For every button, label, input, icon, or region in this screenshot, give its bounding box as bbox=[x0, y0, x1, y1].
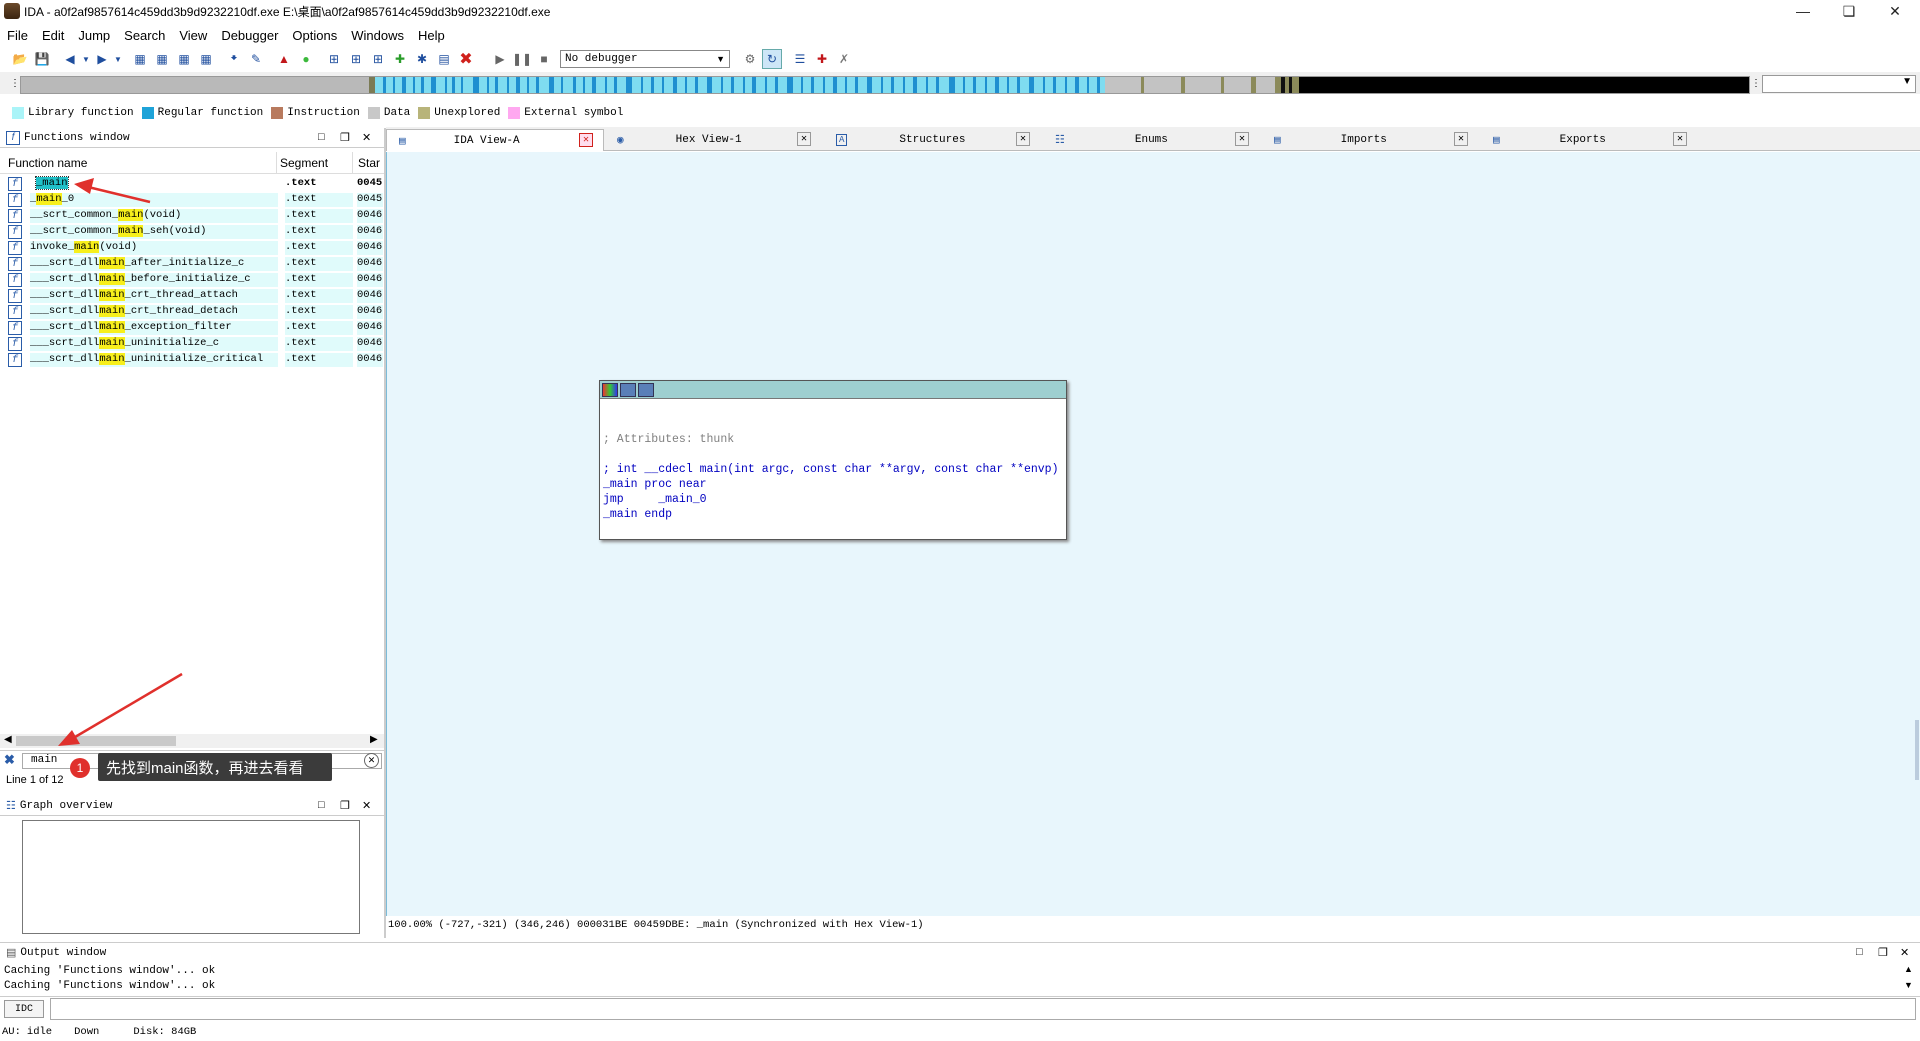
panel-close-icon[interactable]: ✕ bbox=[362, 799, 371, 812]
menu-help[interactable]: Help bbox=[411, 28, 452, 43]
delete-breakpoint-icon[interactable]: ✗ bbox=[834, 49, 854, 69]
node-color-icon[interactable] bbox=[602, 382, 618, 397]
status-disk: Disk: 84GB bbox=[133, 1025, 197, 1038]
panel-close-icon[interactable]: ✕ bbox=[1900, 946, 1909, 959]
annotation-arrows bbox=[58, 178, 183, 746]
legend-external-symbol: External symbol bbox=[508, 107, 623, 119]
stop-icon[interactable]: ■ bbox=[534, 49, 554, 69]
status-direction: Down bbox=[74, 1025, 100, 1038]
close-tab-icon[interactable]: ✕ bbox=[1016, 132, 1030, 146]
arrow-to-filter bbox=[58, 672, 183, 746]
close-tab-icon[interactable]: ✕ bbox=[797, 132, 811, 146]
code-block-node[interactable]: ; Attributes: thunk ; int __cdecl main(i… bbox=[599, 380, 1067, 540]
status-au-state: idle bbox=[26, 1025, 53, 1038]
tab-exports[interactable]: ▤ Exports ✕ bbox=[1481, 129, 1699, 151]
output-window-header: ▤ Output window □ ❐ ✕ bbox=[0, 942, 1920, 962]
breakpoint-list-icon[interactable]: ☰ bbox=[790, 49, 810, 69]
tab-ida-view-a[interactable]: ▤ IDA View-A ✕ bbox=[386, 129, 604, 151]
chevron-down-icon: ▼ bbox=[1902, 76, 1912, 87]
graph-overview-header: ☷ Graph overview □ ❐ ✕ bbox=[0, 796, 384, 816]
nav-dropdown[interactable]: ▼ bbox=[1762, 75, 1916, 93]
legend-swatch bbox=[418, 107, 431, 119]
panel-float-icon[interactable]: ❐ bbox=[340, 799, 350, 812]
plus-dropdown-icon[interactable]: ✚ bbox=[390, 49, 410, 69]
tab-enums[interactable]: ☷ Enums ✕ bbox=[1043, 129, 1261, 151]
hex-view-icon: ◉ bbox=[617, 135, 624, 147]
annotation-tooltip: 先找到main函数，再进去看看 bbox=[98, 753, 332, 781]
view-status-line: 100.00% (-727,-321) (346,246) 000031BE 0… bbox=[386, 916, 1920, 934]
code-proc[interactable]: _main proc near bbox=[603, 478, 707, 491]
output-icon: ▤ bbox=[6, 947, 17, 959]
close-tab-icon[interactable]: ✕ bbox=[1673, 132, 1687, 146]
code-jmp[interactable]: jmp _main_0 bbox=[603, 493, 707, 506]
output-line: Caching 'Functions window'... ok bbox=[4, 980, 216, 992]
view-tabs: ▤ IDA View-A ✕ ◉ Hex View-1 ✕ A Structur… bbox=[386, 127, 1920, 151]
close-tab-icon[interactable]: ✕ bbox=[1454, 132, 1468, 146]
ida-view-icon: ▤ bbox=[399, 135, 406, 148]
status-bar: AU: idle Down Disk: 84GB bbox=[0, 1022, 1920, 1041]
code-comment: ; Attributes: thunk bbox=[603, 433, 735, 446]
close-window-button[interactable]: ✕ bbox=[1872, 0, 1918, 22]
output-window-title: Output window bbox=[20, 946, 107, 959]
node-header bbox=[600, 381, 1066, 399]
restore-button[interactable]: ❏ bbox=[1826, 0, 1872, 22]
enums-icon: ☷ bbox=[1055, 135, 1065, 147]
status-au-label: AU: bbox=[2, 1025, 21, 1038]
add-breakpoint-icon[interactable]: ✚ bbox=[812, 49, 832, 69]
node-edit-icon[interactable] bbox=[620, 382, 636, 397]
annotation-number: 1 bbox=[70, 758, 90, 778]
struct-icon[interactable]: ✱ bbox=[412, 49, 432, 69]
close-tab-icon[interactable]: ✕ bbox=[1235, 132, 1249, 146]
code-endp[interactable]: _main endp bbox=[603, 508, 672, 521]
pause-icon[interactable]: ❚❚ bbox=[512, 49, 532, 69]
chevron-down-icon: ▼ bbox=[716, 54, 725, 64]
nav-right-arrow[interactable]: ⋮ bbox=[1751, 78, 1761, 89]
command-input[interactable] bbox=[50, 998, 1916, 1020]
play-icon[interactable]: ▶ bbox=[490, 49, 510, 69]
output-scroll-down-icon[interactable]: ▼ bbox=[1904, 980, 1913, 990]
legend-swatch bbox=[508, 107, 521, 119]
panel-maximize-icon[interactable]: □ bbox=[318, 799, 325, 811]
output-line: Caching 'Functions window'... ok bbox=[4, 965, 216, 977]
output-log: Caching 'Functions window'... ok Caching… bbox=[4, 964, 215, 994]
imports-icon: ▤ bbox=[1274, 135, 1281, 147]
code-signature: ; int __cdecl main(int argc, const char … bbox=[603, 463, 1059, 476]
graph-overview-title: Graph overview bbox=[19, 799, 113, 812]
chart-icon[interactable]: ▤ bbox=[434, 49, 454, 69]
exports-icon: ▤ bbox=[1493, 135, 1500, 147]
close-tab-icon[interactable]: ✕ bbox=[579, 133, 593, 147]
debugger-select[interactable]: No debugger ▼ bbox=[560, 50, 730, 68]
graph-overview-canvas[interactable] bbox=[22, 820, 360, 934]
node-graph-icon[interactable] bbox=[638, 382, 654, 397]
sync-icon[interactable]: ↻ bbox=[762, 49, 782, 69]
structures-icon: A bbox=[836, 134, 848, 146]
minimize-button[interactable]: — bbox=[1780, 0, 1826, 22]
graph-overview-icon: ☷ bbox=[6, 800, 16, 812]
right-edge-handle[interactable] bbox=[1915, 720, 1919, 780]
output-scroll-up-icon[interactable]: ▲ bbox=[1904, 964, 1913, 974]
panel-maximize-icon[interactable]: □ bbox=[1856, 946, 1863, 958]
panel-float-icon[interactable]: ❐ bbox=[1878, 946, 1888, 959]
tab-imports[interactable]: ▤ Imports ✕ bbox=[1262, 129, 1480, 151]
delete-icon[interactable]: ✖ bbox=[456, 49, 476, 69]
tab-hex-view-1[interactable]: ◉ Hex View-1 ✕ bbox=[605, 129, 823, 151]
legend-unexplored: Unexplored bbox=[418, 107, 500, 119]
attach-icon[interactable]: ⚙ bbox=[740, 49, 760, 69]
idc-button[interactable]: IDC bbox=[4, 1000, 44, 1018]
tab-structures[interactable]: A Structures ✕ bbox=[824, 129, 1042, 151]
arrow-to-main bbox=[74, 178, 151, 204]
